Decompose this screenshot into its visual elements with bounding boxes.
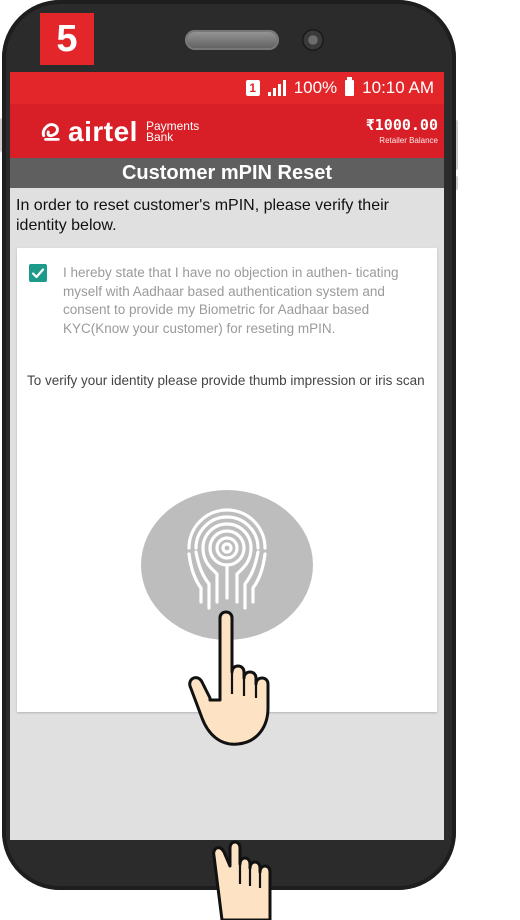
consent-row[interactable]: I hereby state that I have no objection … xyxy=(29,264,425,338)
step-badge: 5 xyxy=(40,13,94,65)
battery-percent: 100% xyxy=(293,78,338,97)
hand-pointer-icon xyxy=(212,840,272,920)
brand-logo: airtel Payments Bank xyxy=(40,116,199,148)
balance-amount: ₹1000.00 xyxy=(365,116,438,134)
phone-speaker xyxy=(185,30,279,50)
consent-text: I hereby state that I have no objection … xyxy=(63,265,399,336)
app-bar: airtel Payments Bank ₹1000.00 Retailer B… xyxy=(10,104,444,158)
consent-checkbox[interactable] xyxy=(29,264,47,282)
signal-icon xyxy=(267,80,286,96)
airtel-logo-icon xyxy=(41,123,60,141)
verify-instructions: To verify your identity please provide t… xyxy=(27,373,425,388)
intro-text: In order to reset customer's mPIN, pleas… xyxy=(16,197,389,234)
battery-icon xyxy=(345,77,355,96)
brand-subtitle: Payments Bank xyxy=(145,120,199,144)
phone-camera xyxy=(302,29,324,51)
brand-name: airtel xyxy=(68,116,138,147)
retailer-balance: ₹1000.00 Retailer Balance xyxy=(366,116,438,145)
status-bar: 1 100% 10:10 AM xyxy=(10,72,444,104)
status-time: 10:10 AM xyxy=(362,78,434,97)
sim-icon: 1 xyxy=(245,80,260,96)
screen-title: Customer mPIN Reset xyxy=(10,158,444,188)
hand-pointer-icon xyxy=(188,610,270,746)
balance-label: Retailer Balance xyxy=(379,136,438,145)
brand-subtitle-line-2: Bank xyxy=(145,130,174,144)
check-icon xyxy=(31,268,45,279)
